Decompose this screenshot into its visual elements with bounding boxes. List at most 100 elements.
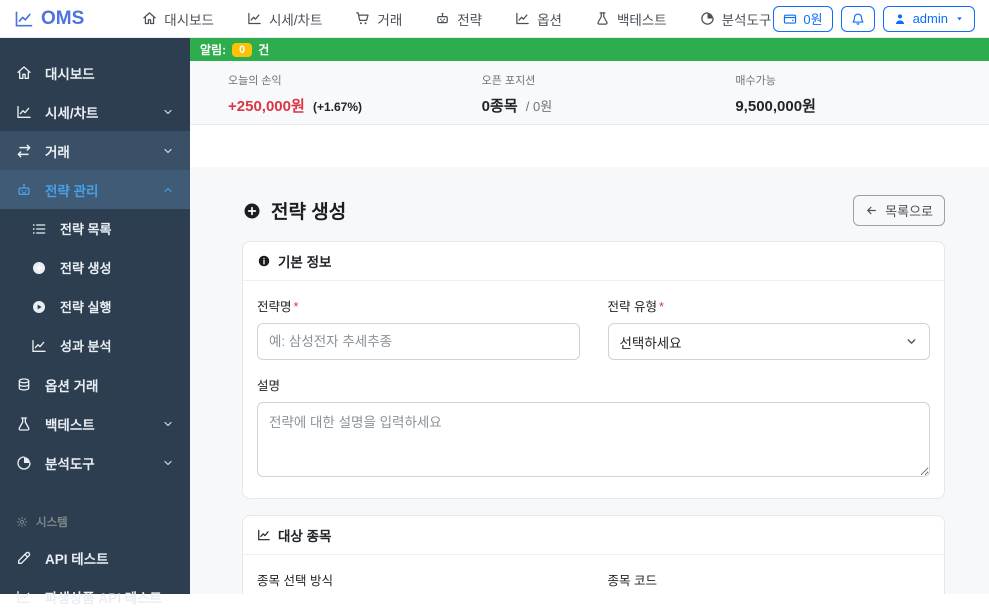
sidebar-item-options-trade[interactable]: 옵션 거래 (0, 365, 190, 404)
sidebar-item-strategy-run[interactable]: 전략 실행 (0, 287, 190, 326)
page-title: 전략 생성 (242, 197, 346, 224)
robot-icon (435, 11, 450, 26)
alert-label: 알림: (200, 41, 226, 58)
nav-item-analysis-tools[interactable]: 분석도구 (700, 9, 772, 29)
sidebar-item-strategy-management[interactable]: 전략 관리 (0, 170, 190, 209)
nav-item-options[interactable]: 옵션 (515, 9, 562, 29)
line-chart-icon (515, 11, 530, 26)
nav-item-market-chart[interactable]: 시세/차트 (247, 9, 322, 29)
sidebar-item-label: 분석도구 (45, 453, 95, 473)
chart-icon (16, 104, 32, 120)
chevron-up-icon (162, 184, 174, 196)
nav-item-backtest[interactable]: 백테스트 (595, 9, 667, 29)
nav-label: 전략 (457, 9, 482, 29)
notification-alert-bar: 알림: 0 건 (190, 38, 989, 61)
navbar-actions: 0원 admin (773, 6, 975, 32)
nav-label: 시세/차트 (269, 9, 322, 29)
brand-chart-icon (14, 9, 34, 29)
nav-item-strategy[interactable]: 전략 (435, 9, 482, 29)
page-header: 전략 생성 목록으로 (242, 195, 945, 226)
sidebar-item-market-chart[interactable]: 시세/차트 (0, 92, 190, 131)
sidebar-item-label: 전략 생성 (60, 258, 111, 277)
nav-label: 거래 (377, 9, 402, 29)
strategy-type-label: 전략 유형* (608, 296, 931, 315)
back-to-list-button[interactable]: 목록으로 (853, 195, 945, 226)
cart-icon (355, 11, 370, 26)
required-mark: * (294, 300, 299, 314)
plus-circle-icon (242, 201, 262, 221)
sidebar-item-label: API 테스트 (45, 548, 109, 568)
alert-unit: 건 (258, 41, 269, 58)
chart-icon (247, 11, 262, 26)
pie-chart-icon (16, 455, 32, 471)
back-button-label: 목록으로 (885, 201, 933, 220)
sidebar-item-trade[interactable]: 거래 (0, 131, 190, 170)
bell-icon (851, 12, 865, 26)
user-menu-button[interactable]: admin (883, 6, 975, 32)
sidebar-item-api-test[interactable]: API 테스트 (0, 538, 190, 577)
stat-label: 매수가능 (735, 72, 989, 88)
sidebar-item-analysis-tools[interactable]: 분석도구 (0, 443, 190, 482)
select-value: 선택하세요 (620, 332, 682, 352)
strategy-type-select[interactable]: 선택하세요 (608, 323, 931, 360)
sidebar-item-strategy-list[interactable]: 전략 목록 (0, 209, 190, 248)
selection-method-label: 종목 선택 방식 (257, 570, 580, 589)
target-stocks-card-body: 종목 선택 방식 단일 종목 복수 종목 종목 코드 (243, 555, 944, 594)
basic-info-card-header: 기본 정보 (243, 242, 944, 281)
wallet-balance-button[interactable]: 0원 (773, 6, 832, 32)
notifications-button[interactable] (841, 6, 875, 32)
description-textarea[interactable] (257, 402, 930, 477)
sidebar-item-label: 성과 분석 (60, 336, 111, 355)
caret-down-icon (954, 13, 965, 24)
sidebar-item-label: 전략 목록 (60, 219, 111, 238)
sidebar-item-label: 백테스트 (45, 414, 95, 434)
sidebar-item-label: 거래 (45, 141, 70, 161)
robot-icon (16, 182, 32, 198)
page-content: 전략 생성 목록으로 기본 정보 전략명* 전략 유형* (190, 167, 989, 594)
brand-logo[interactable]: OMS (14, 8, 84, 30)
coins-icon (16, 377, 32, 393)
wallet-icon (783, 12, 797, 26)
nav-item-trade[interactable]: 거래 (355, 9, 402, 29)
sidebar-item-performance-analysis[interactable]: 성과 분석 (0, 326, 190, 365)
sidebar-item-label: 옵션 거래 (45, 375, 98, 395)
stat-extra: (+1.67%) (313, 100, 362, 114)
chevron-down-icon (162, 145, 174, 157)
home-icon (16, 65, 32, 81)
nav-label: 분석도구 (722, 9, 772, 29)
arrow-left-icon (865, 204, 878, 217)
target-stocks-card: 대상 종목 종목 선택 방식 단일 종목 복수 종목 (242, 515, 945, 594)
stat-label: 오늘의 손익 (228, 72, 482, 88)
plus-circle-icon (31, 260, 47, 276)
home-icon (142, 11, 157, 26)
strategy-name-label: 전략명* (257, 296, 580, 315)
top-navbar: OMS 대시보드 시세/차트 거래 전략 옵션 백테스트 분석도구 (0, 0, 989, 38)
sidebar-item-strategy-create[interactable]: 전략 생성 (0, 248, 190, 287)
sidebar-section-system: 시스템 (0, 514, 190, 530)
strategy-name-input[interactable] (257, 323, 580, 360)
gear-icon (16, 516, 28, 528)
sidebar-item-label: 대시보드 (45, 63, 95, 83)
nav-label: 백테스트 (617, 9, 667, 29)
stat-value: 9,500,000원 (735, 98, 816, 115)
description-label: 설명 (257, 375, 930, 394)
basic-info-card-body: 전략명* 전략 유형* 선택하세요 설명 (243, 281, 944, 498)
page-title-text: 전략 생성 (271, 197, 346, 224)
alert-count-badge: 0 (232, 43, 252, 57)
chevron-down-icon (162, 418, 174, 430)
card-title: 기본 정보 (278, 251, 331, 271)
sidebar-item-derivatives-api-test[interactable]: 파생상품 API 테스트 (0, 577, 190, 616)
sidebar-item-backtest[interactable]: 백테스트 (0, 404, 190, 443)
nav-item-dashboard[interactable]: 대시보드 (142, 9, 214, 29)
top-nav-menu: 대시보드 시세/차트 거래 전략 옵션 백테스트 분석도구 (142, 9, 771, 29)
stat-extra: / 0원 (526, 99, 552, 114)
chevron-down-icon (162, 106, 174, 118)
sidebar-item-dashboard[interactable]: 대시보드 (0, 53, 190, 92)
target-stocks-card-header: 대상 종목 (243, 516, 944, 555)
brand-name: OMS (41, 8, 84, 30)
chevron-down-icon (905, 335, 918, 348)
spacer-strip (190, 125, 989, 167)
required-mark: * (659, 300, 664, 314)
exchange-icon (16, 143, 32, 159)
stat-value: +250,000원 (228, 98, 305, 115)
